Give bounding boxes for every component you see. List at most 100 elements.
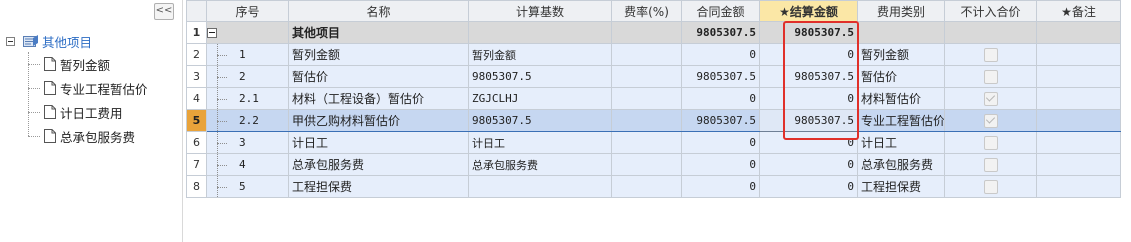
exclude-checkbox[interactable] — [983, 113, 998, 128]
row-number[interactable]: 8 — [186, 175, 207, 198]
seq-cell[interactable]: 2 — [206, 65, 289, 88]
exclude-checkbox[interactable] — [983, 69, 998, 84]
name-cell[interactable]: 暂列金额 — [288, 43, 469, 66]
collapse-panel-button[interactable]: << — [154, 3, 174, 20]
calc-base-cell[interactable] — [468, 21, 612, 44]
table-row[interactable]: 3 2 暂估价 9805307.5 9805307.5 9805307.5 暂估价 — [186, 65, 1121, 88]
table-row-group[interactable]: 1 其他项目 9805307.5 9805307.5 — [186, 21, 1121, 44]
calc-base-cell[interactable]: 9805307.5 — [468, 109, 612, 132]
calc-base-cell[interactable]: 9805307.5 — [468, 65, 612, 88]
contract-amount-cell[interactable]: 0 — [681, 43, 760, 66]
calc-base-cell[interactable]: ZGJCLHJ — [468, 87, 612, 110]
fee-category-cell[interactable]: 暂列金额 — [857, 43, 945, 66]
table-row[interactable]: 6 3 计日工 计日工 0 0 计日工 — [186, 131, 1121, 154]
remark-cell[interactable] — [1036, 131, 1121, 154]
tree-collapse-toggle-icon[interactable] — [6, 36, 15, 46]
row-number[interactable]: 7 — [186, 153, 207, 176]
exclude-cell[interactable] — [944, 153, 1037, 176]
contract-amount-cell[interactable]: 0 — [681, 175, 760, 198]
settlement-amount-cell[interactable]: 0 — [759, 87, 858, 110]
row-number[interactable]: 4 — [186, 87, 207, 110]
remark-cell[interactable] — [1036, 43, 1121, 66]
rate-cell[interactable] — [611, 153, 682, 176]
rate-cell[interactable] — [611, 65, 682, 88]
rate-cell[interactable] — [611, 109, 682, 132]
name-cell[interactable]: 计日工 — [288, 131, 469, 154]
row-number[interactable]: 5 — [186, 109, 207, 132]
name-cell[interactable]: 工程担保费 — [288, 175, 469, 198]
tree-item-general-contract-fee[interactable]: 总承包服务费 — [6, 124, 182, 148]
exclude-checkbox[interactable] — [983, 47, 998, 62]
remark-cell[interactable] — [1036, 65, 1121, 88]
rate-cell[interactable] — [611, 21, 682, 44]
exclude-cell[interactable] — [944, 109, 1037, 132]
exclude-checkbox[interactable] — [983, 91, 998, 106]
fee-category-cell[interactable] — [857, 21, 945, 44]
settlement-amount-cell[interactable]: 0 — [759, 153, 858, 176]
header-fee-category[interactable]: 费用类别 — [857, 0, 945, 22]
tree-item-provisional-sum[interactable]: 暂列金额 — [6, 52, 182, 76]
remark-cell[interactable] — [1036, 153, 1121, 176]
table-row[interactable]: 5 2.2 甲供乙购材料暂估价 9805307.5 9805307.5 9805307.5… — [186, 109, 1121, 132]
fee-category-cell[interactable]: 计日工 — [857, 131, 945, 154]
row-number[interactable]: 1 — [186, 21, 207, 44]
fee-category-cell[interactable]: 工程担保费 — [857, 175, 945, 198]
rate-cell[interactable] — [611, 43, 682, 66]
header-calc-base[interactable]: 计算基数 — [468, 0, 612, 22]
contract-amount-cell[interactable]: 9805307.5 — [681, 109, 760, 132]
fee-category-cell[interactable]: 暂估价 — [857, 65, 945, 88]
calc-base-cell[interactable]: 计日工 — [468, 131, 612, 154]
seq-cell[interactable]: 3 — [206, 131, 289, 154]
seq-cell[interactable]: 2.2 — [206, 109, 289, 132]
calc-base-cell[interactable] — [468, 175, 612, 198]
seq-cell[interactable]: 1 — [206, 43, 289, 66]
rate-cell[interactable] — [611, 87, 682, 110]
seq-cell[interactable] — [206, 21, 289, 44]
row-number[interactable]: 6 — [186, 131, 207, 154]
name-cell[interactable]: 材料（工程设备）暂估价 — [288, 87, 469, 110]
fee-category-cell[interactable]: 专业工程暂估价 — [857, 109, 945, 132]
fee-category-cell[interactable]: 总承包服务费 — [857, 153, 945, 176]
name-cell[interactable]: 甲供乙购材料暂估价 — [288, 109, 469, 132]
settlement-amount-cell[interactable]: 0 — [759, 131, 858, 154]
table-row[interactable]: 7 4 总承包服务费 总承包服务费 0 0 总承包服务费 — [186, 153, 1121, 176]
header-seq[interactable]: 序号 — [206, 0, 289, 22]
header-contract-amount[interactable]: 合同金额 — [681, 0, 760, 22]
settlement-amount-cell[interactable]: 0 — [759, 43, 858, 66]
exclude-cell[interactable] — [944, 131, 1037, 154]
seq-cell[interactable]: 4 — [206, 153, 289, 176]
exclude-cell[interactable] — [944, 87, 1037, 110]
exclude-checkbox[interactable] — [983, 157, 998, 172]
contract-amount-cell[interactable]: 9805307.5 — [681, 65, 760, 88]
header-settlement-amount[interactable]: ★结算金额 — [759, 0, 858, 22]
contract-amount-cell[interactable]: 0 — [681, 131, 760, 154]
remark-cell[interactable] — [1036, 21, 1121, 44]
name-cell[interactable]: 其他项目 — [288, 21, 469, 44]
row-number[interactable]: 3 — [186, 65, 207, 88]
contract-amount-cell[interactable]: 9805307.5 — [681, 21, 760, 44]
rate-cell[interactable] — [611, 175, 682, 198]
tree-item-daywork[interactable]: 计日工费用 — [6, 100, 182, 124]
rate-cell[interactable] — [611, 131, 682, 154]
seq-cell[interactable]: 5 — [206, 175, 289, 198]
name-cell[interactable]: 暂估价 — [288, 65, 469, 88]
contract-amount-cell[interactable]: 0 — [681, 153, 760, 176]
exclude-cell[interactable] — [944, 175, 1037, 198]
settlement-amount-cell[interactable]: 9805307.5 — [759, 109, 858, 132]
settlement-amount-cell[interactable]: 9805307.5 — [759, 21, 858, 44]
tree-root-other-items[interactable]: 其他项目 — [6, 30, 182, 52]
seq-cell[interactable]: 2.1 — [206, 87, 289, 110]
header-rate[interactable]: 费率(%) — [611, 0, 682, 22]
exclude-checkbox[interactable] — [983, 135, 998, 150]
settlement-amount-cell[interactable]: 0 — [759, 175, 858, 198]
remark-cell[interactable] — [1036, 109, 1121, 132]
exclude-cell[interactable] — [944, 21, 1037, 44]
header-name[interactable]: 名称 — [288, 0, 469, 22]
exclude-checkbox[interactable] — [983, 179, 998, 194]
exclude-cell[interactable] — [944, 65, 1037, 88]
table-row[interactable]: 8 5 工程担保费 0 0 工程担保费 — [186, 175, 1121, 198]
row-number[interactable]: 2 — [186, 43, 207, 66]
calc-base-cell[interactable]: 总承包服务费 — [468, 153, 612, 176]
collapse-toggle-icon[interactable] — [207, 28, 217, 38]
name-cell[interactable]: 总承包服务费 — [288, 153, 469, 176]
